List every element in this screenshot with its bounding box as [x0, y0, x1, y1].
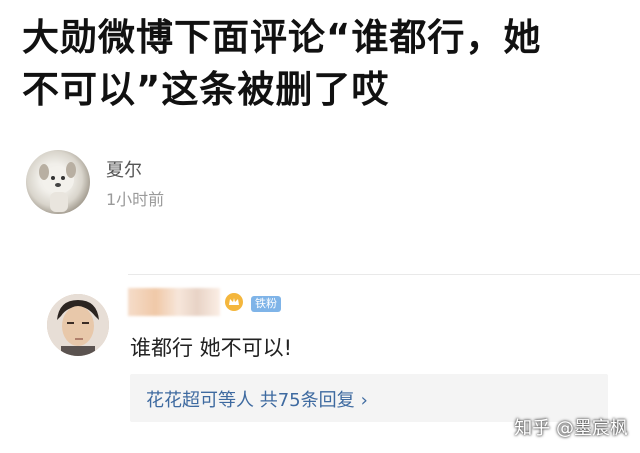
chevron-right-icon: ›: [360, 390, 368, 411]
replies-label: 花花超可等人 共75条回复: [146, 390, 355, 411]
avatar[interactable]: [26, 150, 90, 214]
replies-summary: 花花超可等人 共75条回复 ›: [146, 386, 368, 412]
person-photo-icon: [47, 294, 109, 356]
fan-level-badge: 铁粉: [251, 296, 281, 312]
headline-line-2: 不可以”这条被删了哎: [22, 68, 390, 111]
watermark: 知乎 @墨宸枫: [514, 418, 628, 439]
post-time: 1小时前: [106, 190, 165, 209]
blurred-username[interactable]: [128, 288, 220, 316]
dog-photo-icon: [39, 162, 76, 212]
post-username[interactable]: 夏尔: [106, 156, 142, 182]
crown-badge-icon: [225, 293, 243, 311]
headline-line-1: 大勋微博下面评论“谁都行，她: [22, 16, 542, 59]
commenter-avatar[interactable]: [47, 294, 109, 356]
headline: 大勋微博下面评论“谁都行，她 不可以”这条被删了哎: [22, 12, 622, 116]
comment-text: 谁都行 她不可以!: [130, 336, 293, 360]
divider: [128, 274, 640, 275]
